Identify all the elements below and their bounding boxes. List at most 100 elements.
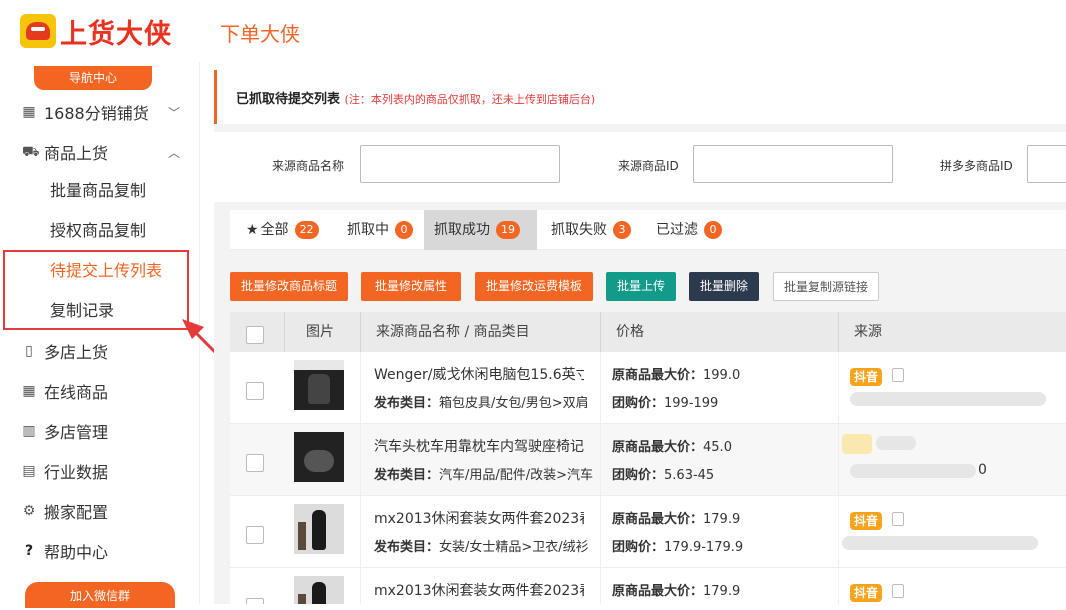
grid-icon: ▦ <box>22 104 36 120</box>
sidebar-item-help-center[interactable]: ? 帮助中心 <box>0 533 200 569</box>
column-divider <box>600 312 601 352</box>
cart-icon: ⛟ <box>22 144 40 160</box>
gear-icon: ⚙ <box>22 503 36 519</box>
product-thumbnail[interactable] <box>294 504 344 554</box>
max-price-value: 179.9 <box>703 584 741 599</box>
max-price-label: 原商品最大价： <box>612 440 704 455</box>
batch-edit-title-button[interactable]: 批量修改商品标题 <box>230 272 348 301</box>
group-price-label: 团购价： <box>612 540 665 555</box>
sidebar-item-label: 搬家配置 <box>44 503 109 522</box>
batch-edit-attributes-button[interactable]: 批量修改属性 <box>361 272 461 301</box>
table-row[interactable]: mx2013休闲套装女两件套2023春秋 发布类目：女装/女士精品>卫衣/绒衫 … <box>230 496 1066 568</box>
highlight-annotation-box <box>3 250 189 330</box>
pdd-id-input[interactable] <box>1027 145 1066 183</box>
copy-icon[interactable] <box>892 512 904 526</box>
source-id-input[interactable] <box>693 145 893 183</box>
grid-icon: ▦ <box>22 383 36 399</box>
sidebar-subitem-auth-copy[interactable]: 授权商品复制 <box>50 216 146 246</box>
group-price: 团购价：199-199 <box>612 392 718 411</box>
copy-icon[interactable] <box>892 368 904 382</box>
max-price-value: 199.0 <box>703 368 741 383</box>
source-douyin-tag: 抖音 <box>850 584 883 602</box>
shop-icon: ▥ <box>22 423 36 439</box>
sidebar-item-industry-data[interactable]: ▤ 行业数据 <box>0 453 200 489</box>
source-name-input[interactable] <box>360 145 560 183</box>
app-logo[interactable]: 上货大侠 <box>20 13 180 50</box>
group-price-value: 199-199 <box>664 396 719 411</box>
row-checkbox[interactable] <box>246 454 264 472</box>
sidebar-item-label: 行业数据 <box>44 463 109 482</box>
tab-fetching[interactable]: 抓取中 0 <box>337 210 423 250</box>
product-thumbnail[interactable] <box>294 360 344 410</box>
tab-label: 抓取中 <box>347 222 389 238</box>
product-name[interactable]: mx2013休闲套装女两件套2023春秋 <box>374 508 584 528</box>
copy-icon[interactable] <box>892 584 904 598</box>
product-category: 发布类目：汽车/用品/配件/改装>汽车 <box>374 464 598 483</box>
max-price: 原商品最大价：199.0 <box>612 364 740 383</box>
filter-label-source-id: 来源商品ID <box>618 159 679 173</box>
main-content: 已抓取待提交列表 (注：本列表内的商品仅抓取，还未上传到店铺后台) 来源商品名称… <box>214 70 1066 604</box>
table-row[interactable]: 汽车头枕车用靠枕车内驾驶座椅记忆 发布类目：汽车/用品/配件/改装>汽车 原商品… <box>230 424 1066 496</box>
star-icon: ★ <box>246 222 259 238</box>
product-name[interactable]: mx2013休闲套装女两件套2023春秋 <box>374 580 584 600</box>
logo-mascot-icon <box>20 14 56 48</box>
product-name[interactable]: Wenger/威戈休闲电脑包15.6英寸双肩 <box>374 364 584 384</box>
list-notice: 已抓取待提交列表 (注：本列表内的商品仅抓取，还未上传到店铺后台) <box>214 70 1066 124</box>
group-price-value: 5.63-45 <box>664 468 715 483</box>
row-checkbox[interactable] <box>246 526 264 544</box>
row-checkbox[interactable] <box>246 382 264 400</box>
header-nav-order-hero[interactable]: 下单大侠 <box>220 18 300 47</box>
tab-count-badge: 19 <box>496 221 520 239</box>
select-all-checkbox[interactable] <box>246 326 264 344</box>
tab-all[interactable]: ★ 全部 22 <box>236 210 329 250</box>
tab-filtered[interactable]: 已过滤 0 <box>646 210 732 250</box>
product-thumbnail[interactable] <box>294 432 344 482</box>
tab-label: 抓取成功 <box>434 222 490 238</box>
table-row[interactable]: mx2013休闲套装女两件套2023春秋 原商品最大价：179.9 抖音 <box>230 568 1066 604</box>
group-price-label: 团购价： <box>612 396 665 411</box>
column-divider <box>360 352 361 424</box>
category-value: 女装/女士精品>卫衣/绒衫 <box>439 540 589 555</box>
page-title: 已抓取待提交列表 (注：本列表内的商品仅抓取，还未上传到店铺后台) <box>236 88 595 107</box>
product-name[interactable]: 汽车头枕车用靠枕车内驾驶座椅记忆 <box>374 436 584 456</box>
batch-upload-button[interactable]: 批量上传 <box>606 272 676 301</box>
batch-copy-source-link-button[interactable]: 批量复制源链接 <box>773 272 879 301</box>
chevron-down-icon: ﹀ <box>168 105 181 120</box>
column-divider <box>600 352 601 424</box>
column-divider <box>360 424 361 496</box>
tab-fetch-success[interactable]: 抓取成功 19 <box>424 210 537 250</box>
category-label: 发布类目： <box>374 468 440 483</box>
max-price: 原商品最大价：45.0 <box>612 436 732 455</box>
batch-delete-button[interactable]: 批量删除 <box>689 272 759 301</box>
product-thumbnail[interactable] <box>294 576 344 604</box>
group-price: 团购价：5.63-45 <box>612 464 714 483</box>
column-divider <box>360 496 361 568</box>
table-row[interactable]: Wenger/威戈休闲电脑包15.6英寸双肩 发布类目：箱包皮具/女包/男包>双… <box>230 352 1066 424</box>
sidebar-item-move-config[interactable]: ⚙ 搬家配置 <box>0 493 200 529</box>
status-tabs: ★ 全部 22 抓取中 0 抓取成功 19 抓取失败 3 已过滤 0 <box>230 210 1066 250</box>
sidebar-item-1688[interactable]: ▦ 1688分销铺货 ﹀ <box>0 94 200 130</box>
header-source-name: 来源商品名称 / 商品类目 <box>376 324 530 340</box>
filter-label-pdd-id: 拼多多商品ID <box>940 159 1013 173</box>
join-wechat-button[interactable]: 加入微信群 <box>25 582 175 608</box>
row-checkbox[interactable] <box>246 598 264 604</box>
chart-doc-icon: ▤ <box>22 463 36 479</box>
sidebar-item-product-upload[interactable]: ⛟ 商品上货 ︿ <box>0 134 200 170</box>
redacted-source-info <box>850 464 976 478</box>
nav-center-tab[interactable]: 导航中心 <box>34 66 152 90</box>
tab-count-badge: 0 <box>704 221 722 239</box>
column-divider <box>838 424 839 496</box>
column-divider <box>838 312 839 352</box>
tab-fetch-failed[interactable]: 抓取失败 3 <box>541 210 641 250</box>
max-price-label: 原商品最大价： <box>612 584 704 599</box>
source-douyin-tag: 抖音 <box>850 368 883 386</box>
sidebar-subitem-batch-copy[interactable]: 批量商品复制 <box>50 176 146 206</box>
column-divider <box>838 496 839 568</box>
column-divider <box>360 568 361 604</box>
sidebar-item-store-management[interactable]: ▥ 多店管理 <box>0 413 200 449</box>
batch-edit-shipping-template-button[interactable]: 批量修改运费模板 <box>475 272 593 301</box>
column-divider <box>600 568 601 604</box>
tab-count-badge: 3 <box>613 221 631 239</box>
max-price-label: 原商品最大价： <box>612 368 704 383</box>
page-note: (注：本列表内的商品仅抓取，还未上传到店铺后台) <box>344 93 596 106</box>
